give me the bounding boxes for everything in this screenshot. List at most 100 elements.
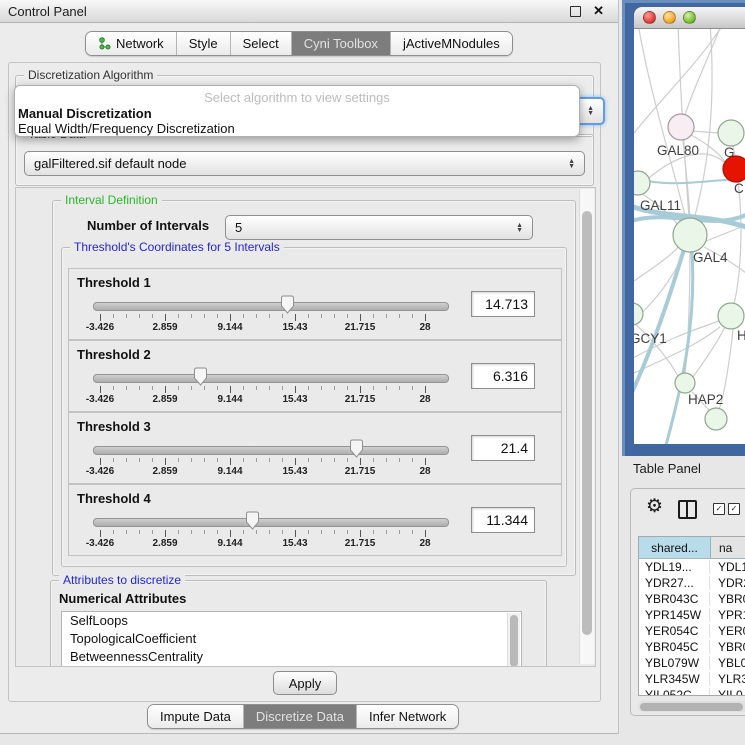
slider-handle[interactable] <box>245 511 260 530</box>
table-row[interactable]: YBR045CYBR0 <box>639 639 745 655</box>
tab-style[interactable]: Style <box>176 32 230 55</box>
bottom-tab-infer-network[interactable]: Infer Network <box>356 705 458 728</box>
slider-handle[interactable] <box>193 367 208 386</box>
threshold-value-field[interactable]: 21.4 <box>471 435 535 461</box>
network-edge-highlighted <box>666 252 693 444</box>
network-node[interactable] <box>673 218 707 252</box>
slider-tick <box>204 386 205 390</box>
slider-handle[interactable] <box>349 439 364 458</box>
network-node[interactable] <box>634 303 643 325</box>
slider-tick <box>425 530 426 537</box>
attributes-group: Attributes to discretize Numerical Attri… <box>50 580 547 667</box>
algorithm-placeholder-option[interactable]: Select algorithm to view settings <box>15 86 579 106</box>
slider-tick <box>334 386 335 390</box>
tab-network[interactable]: Network <box>86 32 176 55</box>
threshold-label: Threshold 2 <box>77 347 151 362</box>
slider-tick-label: -3.426 <box>78 322 122 333</box>
algorithm-option[interactable]: Manual Discretization <box>15 106 579 121</box>
cell-shared-name: YBL079W <box>639 656 710 670</box>
slider-tick <box>308 314 309 318</box>
slider-tick <box>204 314 205 318</box>
network-node[interactable] <box>668 114 694 140</box>
tab-jactivemnodules[interactable]: jActiveMNodules <box>390 32 512 55</box>
tab-cyni-toolbox[interactable]: Cyni Toolbox <box>291 32 390 55</box>
checkbox-icon: ✓ <box>728 503 740 515</box>
slider-tick <box>399 386 400 390</box>
table-data-combobox[interactable]: galFiltered.sif default node ▲▼ <box>24 151 585 176</box>
table-row[interactable]: YIL052CYIL0 <box>639 687 745 695</box>
slider-tick <box>373 386 374 390</box>
table-panel-title: Table Panel <box>633 461 701 476</box>
columns-icon[interactable] <box>678 500 697 519</box>
network-node[interactable] <box>723 156 745 182</box>
network-node[interactable] <box>675 373 695 393</box>
threshold-value-field[interactable]: 14.713 <box>471 291 535 317</box>
slider-track[interactable] <box>93 374 449 383</box>
network-node-label: GAL11 <box>640 198 681 213</box>
table-row[interactable]: YBR043CYBR0 <box>639 591 745 607</box>
threshold-panel: Threshold 4-3.4262.8599.14415.4321.71528… <box>68 484 562 556</box>
threshold-value-field[interactable]: 11.344 <box>471 507 535 533</box>
slider-tick <box>386 458 387 462</box>
table-row[interactable]: YLR345WYLR3 <box>639 671 745 687</box>
slider-tick-label: 2.859 <box>143 538 187 549</box>
table-row[interactable]: YER054CYER0 <box>639 623 745 639</box>
slider-tick <box>178 458 179 462</box>
network-node[interactable] <box>634 171 650 195</box>
float-window-icon[interactable] <box>570 6 581 17</box>
apply-button-label: Apply <box>289 676 322 691</box>
slider-tick <box>217 314 218 318</box>
slider-tick <box>230 386 231 393</box>
network-node[interactable] <box>718 303 744 329</box>
table-row[interactable]: YDR27...YDR2 <box>639 575 745 591</box>
combo-arrows-icon: ▲▼ <box>587 106 594 116</box>
slider-track[interactable] <box>93 446 449 455</box>
slider-track[interactable] <box>93 302 449 311</box>
settings-vertical-scrollbar[interactable] <box>579 189 594 664</box>
column-header-name[interactable]: na <box>711 537 745 558</box>
bottom-tab-impute-data[interactable]: Impute Data <box>148 705 243 728</box>
slider-tick-label: 15.43 <box>273 538 317 549</box>
zoom-traffic-light-icon[interactable] <box>683 11 696 24</box>
network-node[interactable] <box>705 408 727 430</box>
attribute-list-item[interactable]: SelfLoops <box>62 612 521 630</box>
slider-tick <box>165 530 166 537</box>
close-icon[interactable]: ✕ <box>593 5 604 17</box>
bottom-tab-discretize-data[interactable]: Discretize Data <box>243 705 356 728</box>
table-row[interactable]: YPR145WYPR1 <box>639 607 745 623</box>
node-table: shared... na YDL19...YDL1YDR27...YDR2YBR… <box>638 536 745 696</box>
minimize-traffic-light-icon[interactable] <box>663 11 676 24</box>
attributes-scrollbar[interactable] <box>507 613 520 667</box>
attribute-list-item[interactable]: BetweennessCentrality <box>62 648 521 666</box>
slider-tick-label: 21.715 <box>338 466 382 477</box>
attribute-list-item[interactable]: TopologicalCoefficient <box>62 630 521 648</box>
table-horizontal-scrollbar[interactable] <box>638 701 745 712</box>
number-of-intervals-combobox[interactable]: 5 ▲▼ <box>225 215 533 240</box>
slider-handle[interactable] <box>280 295 295 314</box>
checkboxes-icon[interactable]: ✓ ✓ <box>713 503 740 515</box>
network-canvas[interactable]: GAL80G.CGAL11GAL4GCY1HHAP2 <box>634 29 745 444</box>
slider-tick <box>204 530 205 534</box>
gear-icon[interactable]: ⚙ <box>646 497 663 516</box>
slider-track[interactable] <box>93 518 449 527</box>
tab-select[interactable]: Select <box>230 32 291 55</box>
table-row[interactable]: YBL079WYBL0 <box>639 655 745 671</box>
network-node[interactable] <box>718 120 744 146</box>
slider-tick <box>152 458 153 462</box>
close-traffic-light-icon[interactable] <box>643 11 656 24</box>
slider-tick <box>113 458 114 462</box>
slider-tick <box>269 530 270 534</box>
slider-tick <box>321 530 322 534</box>
algorithm-option[interactable]: Equal Width/Frequency Discretization <box>15 121 579 136</box>
slider-tick <box>386 530 387 534</box>
control-panel-titlebar: Control Panel ✕ <box>0 0 618 23</box>
slider-tick <box>360 458 361 465</box>
slider-tick <box>282 314 283 318</box>
threshold-panel: Threshold 2-3.4262.8599.14415.4321.71528… <box>68 340 562 412</box>
apply-button[interactable]: Apply <box>273 671 337 695</box>
slider-tick <box>347 530 348 534</box>
column-header-shared-name[interactable]: shared... <box>639 537 711 558</box>
table-row[interactable]: YDL19...YDL1 <box>639 559 745 575</box>
slider-tick-label: 28 <box>403 322 447 333</box>
threshold-value-field[interactable]: 6.316 <box>471 363 535 389</box>
